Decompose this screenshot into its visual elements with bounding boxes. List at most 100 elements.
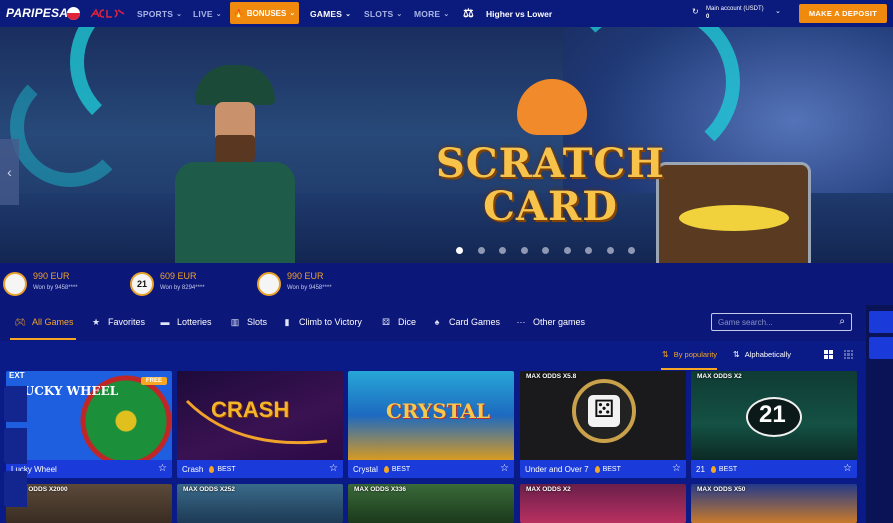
- chevron-down-icon: ⌄: [396, 10, 403, 18]
- star-icon: ★: [91, 317, 101, 327]
- favorite-star-icon[interactable]: ☆: [843, 463, 852, 474]
- game-card[interactable]: CRYSTAL Crystal BEST ☆: [348, 371, 514, 478]
- tab-lotteries[interactable]: ▬ Lotteries: [159, 317, 212, 327]
- carousel-dot[interactable]: [456, 247, 463, 254]
- hero-title-line1: SCRATCH: [435, 140, 666, 187]
- hero-banner[interactable]: SCRATCH CARD ‹: [0, 27, 893, 263]
- gamepad-icon: 🎮︎: [14, 317, 26, 327]
- game-chip-icon: 21: [130, 272, 154, 296]
- side-panel-card[interactable]: [4, 471, 27, 507]
- tab-label: Card Games: [449, 317, 501, 327]
- game-thumbnail: MAX ODDS X50: [691, 484, 857, 523]
- tab-other-games[interactable]: ⋯ Other games: [515, 317, 586, 327]
- max-odds-badge: MAX ODDS X50: [697, 486, 746, 493]
- game-card[interactable]: 21 MAX ODDS X2 21 BEST ☆: [691, 371, 857, 478]
- sort-by-popularity[interactable]: ⇅ By popularity: [662, 350, 717, 359]
- game-thumbnail: MAX ODDS X252: [177, 484, 343, 523]
- game-name: Under and Over 7: [525, 464, 589, 474]
- game-card[interactable]: MAX ODDS X252: [177, 484, 343, 523]
- game-card[interactable]: ⚄ MAX ODDS X5.8 Under and Over 7 BEST ☆: [520, 371, 686, 478]
- carousel-dot[interactable]: [585, 247, 592, 254]
- side-panel-card[interactable]: [4, 386, 27, 422]
- game-card[interactable]: MAX ODDS X2: [520, 484, 686, 523]
- game-card[interactable]: MAX ODDS X2000: [6, 484, 172, 523]
- chevron-left-icon: ‹: [7, 164, 12, 180]
- search-icon[interactable]: ⌕: [839, 316, 845, 327]
- game-thumbnail: ⚄ MAX ODDS X5.8: [520, 371, 686, 460]
- nav-live-label: LIVE: [193, 8, 213, 19]
- carousel-dot[interactable]: [520, 247, 528, 254]
- carousel-dot[interactable]: [563, 247, 571, 254]
- account-type: Main account (USDT): [706, 6, 764, 12]
- favorite-star-icon[interactable]: ☆: [672, 463, 681, 474]
- carousel-dot[interactable]: [477, 247, 485, 254]
- nav-more[interactable]: MORE ⌄: [414, 0, 449, 27]
- favorite-star-icon[interactable]: ☆: [158, 463, 167, 474]
- game-search-input[interactable]: [718, 316, 828, 329]
- side-panel-tab[interactable]: [869, 311, 893, 333]
- game-card[interactable]: CRASH Crash BEST ☆: [177, 371, 343, 478]
- hero-title: SCRATCH CARD: [418, 125, 683, 245]
- game-chip-icon: [3, 272, 27, 296]
- grid-view-small-icon[interactable]: [844, 350, 853, 359]
- refresh-icon[interactable]: ↻: [692, 8, 699, 16]
- favorite-star-icon[interactable]: ☆: [500, 463, 509, 474]
- tab-favorites[interactable]: ★ Favorites: [90, 317, 145, 327]
- side-panel-tab[interactable]: [869, 337, 893, 359]
- carousel-prev-button[interactable]: ‹: [0, 139, 19, 205]
- nav-games[interactable]: GAMES ⌄: [310, 0, 351, 27]
- tab-card-games[interactable]: ♠ Card Games: [431, 317, 500, 327]
- nav-bonuses[interactable]: 🔥 BONUSES ⌄: [230, 2, 299, 24]
- side-panel-title: EXT: [9, 371, 25, 380]
- game-card[interactable]: MAX ODDS X50: [691, 484, 857, 523]
- tab-label: Favorites: [108, 317, 146, 327]
- winner-item[interactable]: 21 609 EUR Won by 8294****: [130, 268, 205, 300]
- game-label: Crash BEST: [177, 460, 343, 478]
- winner-item[interactable]: 990 EUR Won by 9458****: [3, 268, 78, 300]
- games-grid: LUCKY WHEEL FREE Lucky Wheel ☆ CRASH Cra…: [0, 370, 866, 523]
- game-label: Under and Over 7 BEST: [520, 460, 686, 478]
- carousel-dot[interactable]: [606, 247, 614, 254]
- grid-view-large-icon[interactable]: [824, 350, 833, 359]
- sort-label: By popularity: [673, 350, 718, 359]
- pirate-character: [160, 57, 310, 263]
- gold-coins: [679, 205, 789, 231]
- chart-up-icon: ▮: [284, 317, 290, 327]
- nav-sports-label: SPORTS: [137, 8, 174, 19]
- winner-item[interactable]: 990 EUR Won by 9458****: [257, 268, 332, 300]
- right-side-panel: [866, 305, 893, 523]
- slot-reels-icon: ▥: [230, 317, 240, 327]
- tab-slots[interactable]: ▥ Slots: [229, 317, 267, 327]
- sort-icon: ⇅: [733, 350, 740, 359]
- favorite-star-icon[interactable]: ☆: [329, 463, 338, 474]
- winner-user: Won by 8294****: [160, 285, 205, 291]
- tab-climb-to-victory[interactable]: ▮ Climb to Victory: [281, 317, 362, 327]
- tab-label: Climb to Victory: [299, 317, 362, 327]
- game-name: 21: [696, 464, 705, 474]
- nav-slots[interactable]: SLOTS ⌄: [364, 0, 402, 27]
- make-deposit-button[interactable]: MAKE A DEPOSIT: [799, 4, 887, 23]
- language-flag-icon[interactable]: [67, 7, 80, 20]
- game-thumbnail: MAX ODDS X2000: [6, 484, 172, 523]
- game-label: Lucky Wheel: [6, 460, 172, 478]
- tab-label: Lotteries: [177, 317, 212, 327]
- game-card[interactable]: MAX ODDS X336: [348, 484, 514, 523]
- game-card[interactable]: LUCKY WHEEL FREE Lucky Wheel ☆: [6, 371, 172, 478]
- partner-logo: [90, 8, 125, 19]
- nav-games-label: GAMES: [310, 8, 343, 19]
- site-logo[interactable]: PARIPESA: [6, 6, 68, 20]
- promo-game-link[interactable]: ⚖ Higher vs Lower: [463, 6, 552, 21]
- carousel-dot[interactable]: [628, 247, 635, 254]
- carousel-dot[interactable]: [499, 247, 506, 254]
- tab-all-games[interactable]: 🎮︎ All Games: [14, 317, 73, 327]
- carousel-dots: [456, 247, 635, 254]
- chevron-down-icon: ⌄: [176, 10, 183, 18]
- nav-live[interactable]: LIVE ⌄: [193, 0, 222, 27]
- sort-alphabetically[interactable]: ⇅ Alphabetically: [733, 350, 791, 359]
- sort-icon: ⇅: [662, 350, 669, 359]
- tab-dice[interactable]: ⚄ Dice: [380, 317, 416, 327]
- game-art-title: CRASH: [211, 397, 290, 422]
- nav-sports[interactable]: SPORTS ⌄: [137, 0, 182, 27]
- side-panel-card[interactable]: [4, 428, 27, 464]
- carousel-dot[interactable]: [542, 247, 549, 254]
